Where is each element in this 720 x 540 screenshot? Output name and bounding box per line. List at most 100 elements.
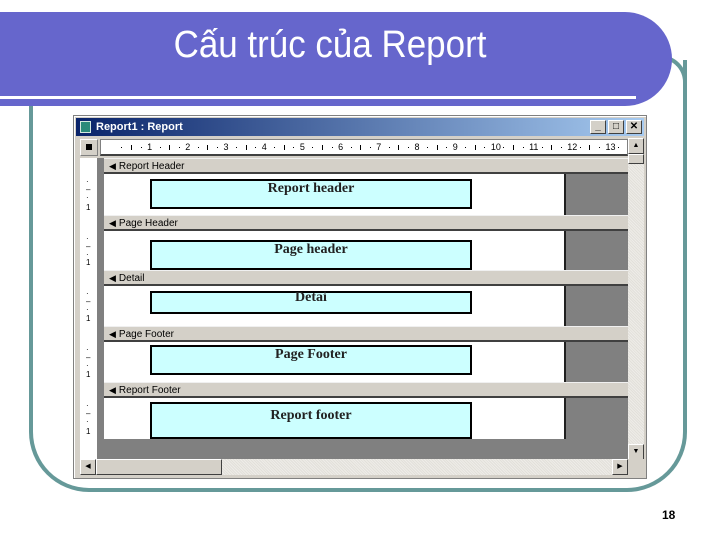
section-pointer-icon: ◀ (109, 385, 116, 395)
ruler-tick (589, 145, 591, 150)
vruler-number: 1 (86, 427, 91, 436)
ruler-tick (522, 147, 524, 148)
ruler-tick (369, 147, 371, 148)
ruler-number: 8 (414, 142, 420, 152)
ruler-tick (465, 147, 467, 148)
ruler-tick (178, 147, 180, 148)
vertical-ruler[interactable]: · – · 1 · – · 1 · – · 1 · – · 1 · – · 1 (80, 158, 98, 459)
ruler-number: 3 (223, 142, 229, 152)
section-band-label: Report Header (118, 161, 185, 172)
section-band[interactable]: ◀ Report Footer (104, 382, 628, 398)
ruler-number: 11 (529, 142, 539, 152)
section-pointer-icon: ◀ (109, 329, 116, 339)
section-pointer-icon: ◀ (109, 161, 116, 171)
vruler-number: 1 (86, 314, 91, 323)
vruler-number: 1 (86, 258, 91, 267)
ruler-number: 2 (185, 142, 191, 152)
ruler-tick (131, 145, 132, 150)
report-textbox-control[interactable]: Report footer (150, 402, 472, 439)
ruler-tick (474, 145, 476, 150)
report-textbox-control[interactable]: Detai (150, 291, 472, 314)
size-grip (628, 459, 644, 475)
ruler-number: 4 (261, 142, 267, 152)
report-icon (80, 121, 91, 133)
ruler-tick (618, 147, 620, 148)
ruler-tick (388, 147, 390, 148)
ruler-tick (312, 147, 314, 148)
ruler-tick (551, 145, 553, 150)
ruler-tick (560, 147, 562, 148)
ruler-number: 10 (490, 142, 501, 152)
section-band[interactable]: ◀ Page Footer (104, 326, 628, 342)
scroll-right-button[interactable]: ▶ (612, 459, 628, 475)
scroll-down-button[interactable]: ▼ (628, 444, 644, 460)
vruler-tick: · (86, 305, 89, 314)
section-band-label: Report Footer (118, 385, 181, 396)
report-textbox-control[interactable]: Report header (150, 179, 472, 209)
vertical-scroll-thumb[interactable] (628, 154, 644, 164)
ruler-number: 5 (299, 142, 305, 152)
maximize-button[interactable]: □ (608, 120, 624, 134)
horizontal-scrollbar[interactable]: ◀ ▶ (80, 459, 628, 475)
ruler-tick (197, 147, 199, 148)
ruler-tick (407, 147, 409, 148)
ruler-tick (513, 145, 514, 150)
window-titlebar[interactable]: Report1 : Report _ □ ✕ (76, 118, 644, 136)
ruler-tick (503, 147, 505, 148)
section-band-label: Page Header (118, 218, 178, 229)
ruler-number: 1 (147, 142, 153, 152)
ruler-tick (598, 147, 600, 148)
ruler-tick (159, 147, 161, 148)
ruler-number: 9 (452, 142, 458, 152)
ruler-number: 13 (605, 142, 616, 152)
section-band[interactable]: ◀ Report Header (104, 158, 628, 174)
section-band[interactable]: ◀ Page Header (104, 215, 628, 231)
vruler-tick: · (86, 417, 89, 426)
ruler-tick (427, 147, 429, 148)
report-textbox-control[interactable]: Page header (150, 240, 472, 270)
section-band-label: Detail (118, 273, 145, 284)
vruler-tick: · (86, 361, 89, 370)
page-number: 18 (662, 508, 676, 522)
scroll-left-button[interactable]: ◀ (80, 459, 96, 475)
ruler-tick (121, 147, 123, 148)
ruler-tick (350, 147, 352, 148)
ruler-number: 6 (338, 142, 344, 152)
report-design-window: Report1 : Report _ □ ✕ 1 2 3 4 5 6 7 8 9 10 11 12 13… (73, 115, 647, 479)
section-pointer-icon: ◀ (109, 273, 116, 283)
ruler-tick (293, 147, 295, 148)
horizontal-ruler[interactable]: 1 2 3 4 5 6 7 8 9 10 11 12 13 (100, 139, 628, 156)
vruler-number: 1 (86, 370, 91, 379)
ruler-tick (579, 147, 581, 148)
vertical-scrollbar[interactable]: ▲ ▼ (628, 138, 644, 460)
scroll-up-button[interactable]: ▲ (628, 138, 644, 154)
section-band[interactable]: ◀ Detail (104, 270, 628, 286)
ruler-tick (245, 145, 247, 150)
ruler-tick (398, 145, 400, 150)
ruler-tick (283, 145, 285, 150)
ruler-tick (331, 147, 333, 148)
ruler-tick (360, 145, 362, 150)
section-pointer-icon: ◀ (109, 218, 116, 228)
ruler-tick (255, 147, 257, 148)
ruler-tick (140, 147, 142, 148)
horizontal-scroll-thumb[interactable] (96, 459, 222, 475)
title-underline (0, 96, 636, 99)
ruler-number: 12 (567, 142, 578, 152)
ruler-tick (169, 145, 171, 150)
close-button[interactable]: ✕ (626, 120, 642, 134)
window-title: Report1 : Report (96, 121, 183, 133)
design-area: ◀ Report Header Report header ◀ Page Header P… (80, 158, 628, 459)
ruler-tick (322, 145, 323, 150)
ruler-tick (541, 147, 543, 148)
ruler-tick (436, 145, 438, 150)
vruler-tick: · (86, 193, 89, 202)
ruler-tick (484, 147, 486, 148)
slide-title: Cấu trúc của Report (173, 24, 487, 66)
minimize-button[interactable]: _ (590, 120, 606, 134)
ruler-tick (446, 147, 448, 148)
ruler-tick (207, 145, 209, 150)
report-textbox-control[interactable]: Page Footer (150, 345, 472, 375)
vruler-number: 1 (86, 203, 91, 212)
select-report-button[interactable] (80, 139, 98, 156)
